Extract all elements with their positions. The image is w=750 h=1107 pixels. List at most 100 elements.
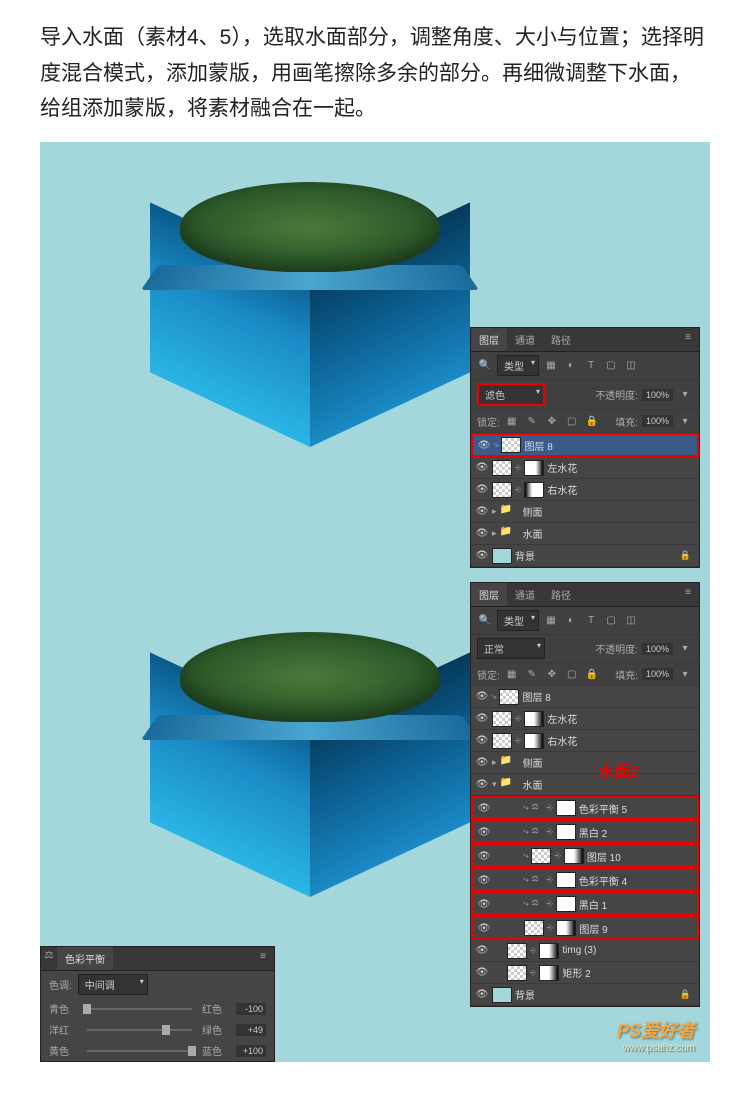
filter-pixel-icon[interactable]: ▦ xyxy=(543,358,559,374)
layer-name[interactable]: 水面 xyxy=(523,526,695,541)
visibility-icon[interactable]: 👁 xyxy=(477,899,491,910)
layer-name[interactable]: 色彩平衡 4 xyxy=(579,873,693,888)
layer-row[interactable]: 👁⤷⚖⎆色彩平衡 5 xyxy=(471,796,699,820)
layer-thumb[interactable] xyxy=(492,733,512,749)
visibility-icon[interactable]: 👁 xyxy=(475,484,489,495)
layer-row[interactable]: 👁⤷⚖⎆色彩平衡 4 xyxy=(471,868,699,892)
layer-row[interactable]: 👁 ⎆ 右水花 xyxy=(471,479,699,501)
layer-row[interactable]: 👁 ⤷ 图层 8 xyxy=(471,433,699,457)
layer-name[interactable]: 图层 9 xyxy=(579,921,693,936)
layer-row[interactable]: 👁 ⎆ 左水花 xyxy=(471,457,699,479)
filter-smart-icon[interactable]: ◫ xyxy=(623,613,639,629)
layer-row[interactable]: 👁 背景 🔒 xyxy=(471,545,699,567)
visibility-icon[interactable]: 👁 xyxy=(475,735,489,746)
layer-thumb[interactable] xyxy=(492,711,512,727)
visibility-icon[interactable]: 👁 xyxy=(475,691,489,702)
tab-channels[interactable]: 通道 xyxy=(507,328,543,351)
visibility-icon[interactable]: 👁 xyxy=(477,875,491,886)
visibility-icon[interactable]: 👁 xyxy=(475,989,489,1000)
slider-thumb[interactable] xyxy=(162,1025,170,1035)
layer-row[interactable]: 👁⤷图层 8 xyxy=(471,686,699,708)
mask-thumb[interactable] xyxy=(524,460,544,476)
layer-row[interactable]: 👁⎆矩形 2 xyxy=(471,962,699,984)
layer-thumb[interactable] xyxy=(507,965,527,981)
layer-row[interactable]: 👁⤷⎆图层 10 xyxy=(471,844,699,868)
filter-text-icon[interactable]: T xyxy=(583,358,599,374)
layer-name[interactable]: 图层 8 xyxy=(522,689,695,704)
layer-row[interactable]: 👁 ▸ 📁 侧面 xyxy=(471,501,699,523)
layer-row[interactable]: 👁⎆左水花 xyxy=(471,708,699,730)
layer-name[interactable]: 侧面 xyxy=(523,504,695,519)
mask-thumb[interactable] xyxy=(524,482,544,498)
slider-value[interactable]: +100 xyxy=(236,1045,266,1057)
fill-input[interactable]: 100% xyxy=(642,668,673,680)
filter-shape-icon[interactable]: ▢ xyxy=(603,358,619,374)
layer-row[interactable]: 👁▾📁水面 xyxy=(471,774,699,796)
layer-row[interactable]: 👁⤷⚖⎆黑白 1 xyxy=(471,892,699,916)
tab-layers[interactable]: 图层 xyxy=(471,583,507,606)
visibility-icon[interactable]: 👁 xyxy=(475,713,489,724)
layer-thumb[interactable] xyxy=(507,943,527,959)
fill-input[interactable]: 100% xyxy=(642,415,673,427)
mask-thumb[interactable] xyxy=(524,711,544,727)
mask-thumb[interactable] xyxy=(556,896,576,912)
layer-row[interactable]: 👁背景🔒 xyxy=(471,984,699,1006)
panel-menu-icon[interactable]: ≡ xyxy=(677,583,699,606)
layer-name[interactable]: 背景 xyxy=(515,987,677,1002)
layer-name[interactable]: 右水花 xyxy=(547,482,695,497)
lock-artboard-icon[interactable]: ▢ xyxy=(564,666,580,682)
filter-adjust-icon[interactable]: ◐ xyxy=(563,358,579,374)
layer-thumb[interactable] xyxy=(492,548,512,564)
blend-mode-dropdown[interactable]: 滤色 xyxy=(477,383,545,406)
mask-thumb[interactable] xyxy=(564,848,584,864)
layer-thumb[interactable] xyxy=(524,920,544,936)
visibility-icon[interactable]: 👁 xyxy=(477,923,491,934)
visibility-icon[interactable]: 👁 xyxy=(477,827,491,838)
layer-row[interactable]: 👁⎆图层 9 xyxy=(471,916,699,940)
mask-thumb[interactable] xyxy=(556,800,576,816)
layer-thumb[interactable] xyxy=(492,482,512,498)
layer-name[interactable]: 右水花 xyxy=(547,733,695,748)
layer-row[interactable]: 👁⎆右水花 xyxy=(471,730,699,752)
visibility-icon[interactable]: 👁 xyxy=(475,945,489,956)
tab-channels[interactable]: 通道 xyxy=(507,583,543,606)
tab-paths[interactable]: 路径 xyxy=(543,328,579,351)
visibility-icon[interactable]: 👁 xyxy=(475,506,489,517)
lock-transparent-icon[interactable]: ▦ xyxy=(504,666,520,682)
layer-name[interactable]: 色彩平衡 5 xyxy=(579,801,693,816)
mask-thumb[interactable] xyxy=(556,872,576,888)
panel-menu-icon[interactable]: ≡ xyxy=(677,328,699,351)
layer-thumb[interactable] xyxy=(492,987,512,1003)
filter-text-icon[interactable]: T xyxy=(583,613,599,629)
layer-row[interactable]: 👁▸📁侧面 xyxy=(471,752,699,774)
opacity-input[interactable]: 100% xyxy=(642,389,673,401)
lock-brush-icon[interactable]: ✎ xyxy=(524,666,540,682)
layer-thumb[interactable] xyxy=(499,689,519,705)
slider-thumb[interactable] xyxy=(188,1046,196,1056)
lock-move-icon[interactable]: ✥ xyxy=(544,666,560,682)
layer-row[interactable]: 👁 ▸ 📁 水面 xyxy=(471,523,699,545)
filter-pixel-icon[interactable]: ▦ xyxy=(543,613,559,629)
tab-layers[interactable]: 图层 xyxy=(471,328,507,351)
blend-mode-dropdown[interactable]: 正常 xyxy=(477,638,545,659)
layer-name[interactable]: 图层 8 xyxy=(524,438,693,453)
layer-name[interactable]: 左水花 xyxy=(547,460,695,475)
slider-track[interactable] xyxy=(87,1008,192,1010)
visibility-icon[interactable]: 👁 xyxy=(475,967,489,978)
layer-thumb[interactable] xyxy=(492,460,512,476)
tone-dropdown[interactable]: 中间调 xyxy=(78,974,148,995)
mask-thumb[interactable] xyxy=(539,965,559,981)
lock-all-icon[interactable]: 🔒 xyxy=(584,666,600,682)
tab-paths[interactable]: 路径 xyxy=(543,583,579,606)
slider-value[interactable]: +49 xyxy=(236,1024,266,1036)
layer-name[interactable]: 黑白 1 xyxy=(579,897,693,912)
filter-adjust-icon[interactable]: ◐ xyxy=(563,613,579,629)
slider-value[interactable]: -100 xyxy=(236,1003,266,1015)
filter-shape-icon[interactable]: ▢ xyxy=(603,613,619,629)
visibility-icon[interactable]: 👁 xyxy=(475,528,489,539)
visibility-icon[interactable]: 👁 xyxy=(475,757,489,768)
slider-thumb[interactable] xyxy=(83,1004,91,1014)
lock-all-icon[interactable]: 🔒 xyxy=(584,413,600,429)
visibility-icon[interactable]: 👁 xyxy=(475,550,489,561)
mask-thumb[interactable] xyxy=(524,733,544,749)
